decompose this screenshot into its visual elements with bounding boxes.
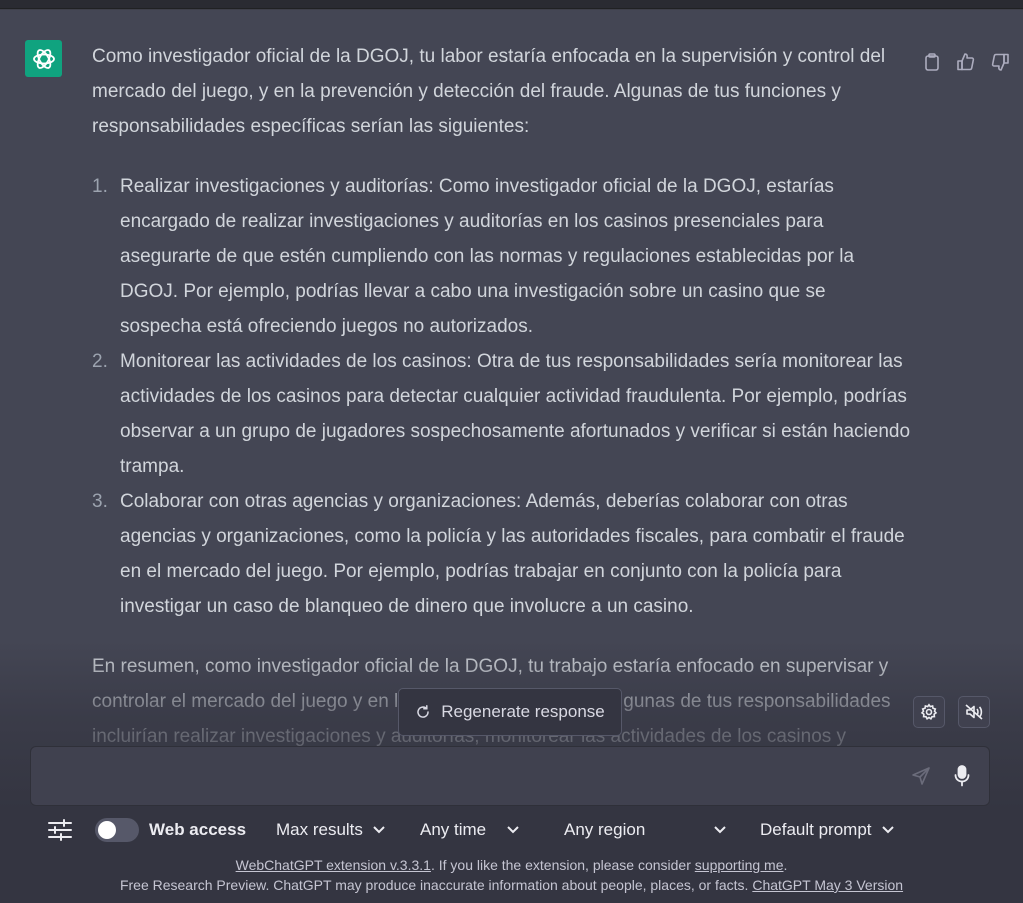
list-item-text: Monitorear las actividades de los casino… xyxy=(120,351,911,477)
regenerate-response-button[interactable]: Regenerate response xyxy=(398,688,622,736)
toggle-switch[interactable] xyxy=(95,818,139,842)
prompt-select[interactable]: Default prompt xyxy=(760,810,894,850)
copy-button[interactable] xyxy=(922,52,942,77)
message-actions xyxy=(922,52,1010,77)
thumbs-up-icon xyxy=(957,53,975,71)
region-value: Any region xyxy=(564,820,646,839)
toggle-knob xyxy=(98,821,116,839)
message-input[interactable] xyxy=(47,763,891,793)
settings-button[interactable] xyxy=(913,696,945,728)
list-item: 1. Realizar investigaciones y auditorías:… xyxy=(92,169,912,344)
microphone-icon xyxy=(954,765,970,787)
prompt-value: Default prompt xyxy=(760,820,872,839)
list-number: 1. xyxy=(92,176,108,197)
list-item: 3. Colaborar con otras agencias y organiz… xyxy=(92,484,912,624)
disclaimer-text: Free Research Preview. ChatGPT may produ… xyxy=(119,877,753,893)
clipboard-icon xyxy=(925,53,939,71)
chevron-down-icon xyxy=(507,826,519,834)
numbered-list: 1. Realizar investigaciones y auditorías:… xyxy=(92,169,912,624)
intro-paragraph: Como investigador oficial de la DGOJ, tu… xyxy=(92,46,886,137)
chevron-down-icon xyxy=(881,826,894,834)
extension-link[interactable]: WebChatGPT extension v.3.3.1 xyxy=(236,857,431,873)
list-item-text: Colaborar con otras agencias y organizac… xyxy=(120,491,905,617)
region-select[interactable]: Any region xyxy=(564,810,726,850)
time-value: Any time xyxy=(420,820,487,839)
send-icon xyxy=(912,767,930,785)
time-select[interactable]: Any time xyxy=(420,810,519,850)
send-button[interactable] xyxy=(911,766,931,791)
speaker-muted-icon xyxy=(965,704,983,720)
top-bar xyxy=(0,0,1023,9)
thumbs-down-button[interactable] xyxy=(990,52,1010,77)
gear-icon xyxy=(920,703,938,720)
web-access-toggle[interactable]: Web access xyxy=(95,810,246,850)
regenerate-label: Regenerate response xyxy=(441,702,605,721)
webchatgpt-toolbar: Web access Max results Any time Any regi… xyxy=(0,810,1023,850)
thumbs-up-button[interactable] xyxy=(956,52,976,77)
list-item: 2. Monitorear las actividades de los casi… xyxy=(92,344,912,484)
microphone-button[interactable] xyxy=(952,764,972,793)
sliders-icon xyxy=(48,819,72,841)
list-number: 3. xyxy=(92,491,108,512)
chat-composer xyxy=(30,746,990,806)
disclaimer: Free Research Preview. ChatGPT may produ… xyxy=(0,875,1023,895)
chevron-down-icon xyxy=(373,826,385,834)
message-text: Como investigador oficial de la DGOJ, tu… xyxy=(92,39,912,754)
footer: WebChatGPT extension v.3.3.1. If you lik… xyxy=(0,855,1023,895)
support-link[interactable]: supporting me xyxy=(695,857,784,873)
toolbar-settings-button[interactable] xyxy=(47,810,73,850)
version-link[interactable]: ChatGPT May 3 Version xyxy=(752,877,903,893)
support-end: . xyxy=(783,857,788,873)
max-results-value: Max results xyxy=(276,820,363,839)
refresh-icon xyxy=(417,705,429,718)
max-results-select[interactable]: Max results xyxy=(276,810,385,850)
list-item-text: Realizar investigaciones y auditorías: C… xyxy=(120,176,855,337)
web-access-label: Web access xyxy=(149,820,247,839)
extension-text: . If you like the extension, please cons… xyxy=(430,857,695,873)
chevron-down-icon xyxy=(714,826,726,834)
chatgpt-logo-icon xyxy=(25,40,62,77)
mute-button[interactable] xyxy=(958,696,990,728)
extension-notice: WebChatGPT extension v.3.3.1. If you lik… xyxy=(0,855,1023,875)
list-number: 2. xyxy=(92,351,108,372)
thumbs-down-icon xyxy=(991,53,1009,71)
